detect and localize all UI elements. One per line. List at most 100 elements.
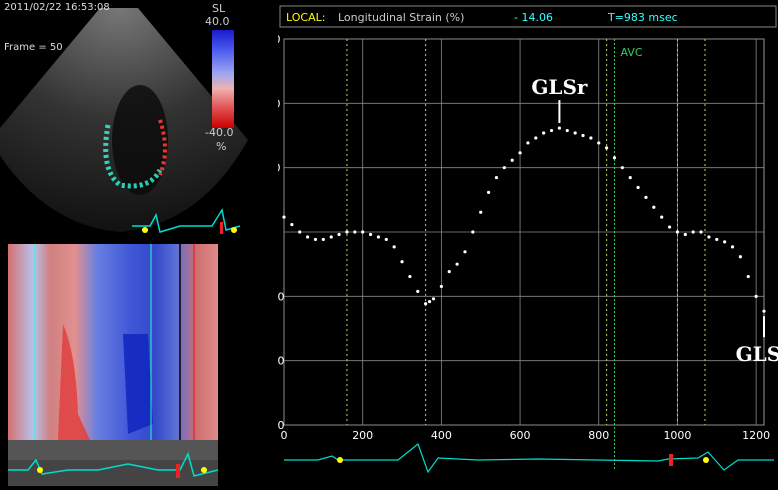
mmode-ecg-strip [8, 440, 218, 486]
strain-point [376, 235, 381, 239]
strain-point [667, 225, 672, 229]
strain-point [282, 215, 286, 219]
strain-point [424, 302, 428, 306]
strain-point [542, 131, 546, 135]
scale-label: SL [212, 2, 226, 15]
strain-point [699, 230, 703, 234]
strain-point [738, 255, 742, 259]
strain-point [494, 175, 499, 180]
x-tick-label: 400 [431, 429, 452, 442]
ecg-marker [37, 467, 43, 473]
strain-point [321, 237, 325, 242]
header-mode: LOCAL: [286, 11, 325, 24]
strain-plot: LOCAL: Longitudinal Strain (%) - 14.06 T… [256, 0, 778, 486]
strain-point [605, 146, 609, 150]
echo-sector-image [0, 8, 248, 234]
strain-point [707, 235, 711, 239]
strain-point [581, 133, 585, 138]
strain-point [361, 230, 365, 234]
strain-point [549, 128, 554, 133]
y-tick-label: 13.0 [278, 162, 281, 175]
strain-point [479, 210, 483, 214]
strain-point [337, 232, 341, 237]
frame-counter: Frame = 50 [4, 42, 63, 53]
strain-point [313, 237, 318, 242]
strain-point [557, 126, 562, 130]
strain-point [392, 245, 396, 249]
curved-mmode-panel [8, 244, 218, 440]
strain-point [762, 309, 766, 313]
strain-point [463, 250, 467, 254]
strain-point [353, 230, 357, 234]
header-title: Longitudinal Strain (%) [338, 11, 464, 24]
strain-point [683, 232, 687, 237]
strain-point [715, 237, 719, 242]
strain-point [652, 205, 656, 209]
scale-max: 40.0 [205, 15, 230, 28]
x-tick-label: 800 [588, 429, 609, 442]
ecg-marker [231, 227, 237, 233]
x-tick-label: 1000 [663, 429, 691, 442]
strain-point [306, 235, 310, 239]
strain-point [510, 158, 514, 162]
strain-point [691, 230, 695, 234]
strain-chart: LOCAL: Longitudinal Strain (%) - 14.06 T… [256, 0, 778, 486]
strain-point [565, 128, 569, 133]
strain-point [455, 262, 459, 266]
ecg-cursor [220, 222, 223, 234]
strain-point [730, 245, 735, 249]
echo-image-panel: 2011/02/22 16:53:08 Frame = 50 SL 40.0 -… [0, 0, 278, 240]
strain-point [628, 175, 632, 180]
ecg-cursor [176, 464, 180, 478]
strain-point [597, 141, 601, 145]
strain-point [486, 190, 491, 195]
strain-point [427, 299, 432, 304]
ecg-marker [337, 457, 343, 463]
strain-point [620, 166, 624, 170]
header-time: T=983 msec [607, 11, 678, 24]
strain-point [746, 274, 750, 279]
ecg-cursor [669, 454, 673, 466]
strain-point [431, 297, 436, 301]
y-tick-label: -13.0 [278, 290, 284, 303]
strain-point [644, 195, 648, 199]
strain-point [636, 185, 640, 190]
strain-point [298, 230, 302, 234]
strain-point [660, 215, 664, 219]
strain-color-scale [212, 30, 234, 128]
strain-point [439, 284, 443, 289]
strain-point [589, 136, 593, 140]
x-tick-label: 600 [510, 429, 531, 442]
strain-point [384, 237, 388, 242]
strain-point [675, 230, 680, 234]
scale-unit: % [216, 140, 227, 153]
y-tick-label: 39.0 [278, 33, 281, 46]
strain-point [400, 260, 404, 264]
strain-point [345, 230, 349, 234]
echo-timestamp: 2011/02/22 16:53:08 [4, 2, 110, 13]
glsr-label: GLSr [531, 75, 588, 99]
strain-point [329, 235, 333, 239]
scale-min: -40.0 [205, 126, 234, 139]
strain-point [416, 289, 420, 293]
strain-point [723, 240, 727, 244]
ecg-marker [142, 227, 148, 233]
strain-point [518, 151, 522, 155]
y-tick-label: -26.0 [278, 355, 284, 368]
glss-label: GLSs [736, 342, 778, 366]
strain-point [534, 136, 538, 140]
strain-point [471, 230, 475, 234]
strain-point [573, 131, 577, 135]
strain-point [368, 232, 373, 237]
strain-point [526, 141, 530, 145]
avc-label: AVC [620, 46, 642, 59]
mmode-image [8, 244, 218, 440]
x-tick-label: 1200 [742, 429, 770, 442]
strain-point [408, 274, 412, 279]
strain-point [612, 156, 617, 160]
strain-point [447, 269, 451, 274]
ecg-marker [201, 467, 207, 473]
y-tick-label: 26.0 [278, 97, 281, 110]
x-tick-label: 0 [281, 429, 288, 442]
mmode-ecg-trace [8, 440, 218, 478]
